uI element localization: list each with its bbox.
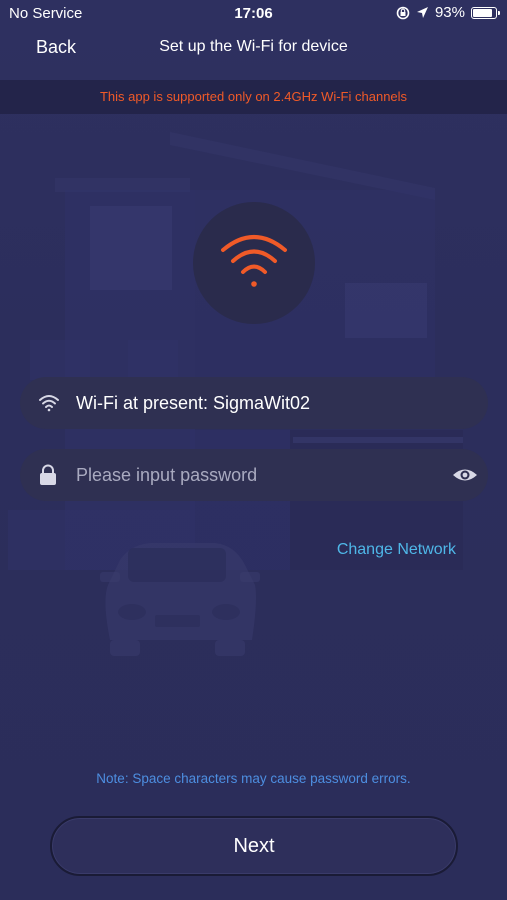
- battery-icon: [471, 6, 500, 19]
- current-wifi-field: Wi-Fi at present: SigmaWit02: [20, 377, 488, 429]
- wifi-signal-icon: [221, 235, 287, 287]
- wifi-icon: [38, 392, 60, 417]
- password-field: [20, 449, 488, 501]
- status-bar: No Service 17:06 93%: [0, 0, 507, 28]
- password-note: Note: Space characters may cause passwor…: [96, 771, 411, 786]
- wifi-band-notice: This app is supported only on 2.4GHz Wi-…: [0, 80, 507, 114]
- page-title: Set up the Wi-Fi for device: [159, 38, 348, 55]
- rotation-lock-icon: [396, 6, 410, 19]
- eye-icon[interactable]: [452, 463, 478, 492]
- lock-icon: [38, 464, 58, 491]
- change-network-link[interactable]: Change Network: [337, 541, 456, 559]
- wifi-illustration: [193, 202, 315, 324]
- wifi-setup-screen: No Service 17:06 93% Back Set up the Wi-…: [0, 0, 507, 900]
- navigation-bar: Back Set up the Wi-Fi for device: [0, 28, 507, 78]
- location-arrow-icon: [416, 7, 428, 18]
- current-wifi-text: Wi-Fi at present: SigmaWit02: [76, 393, 311, 413]
- status-indicators: 93%: [396, 4, 500, 21]
- next-button[interactable]: Next: [50, 816, 458, 876]
- battery-percent: 93%: [434, 4, 465, 21]
- password-input[interactable]: [74, 460, 438, 490]
